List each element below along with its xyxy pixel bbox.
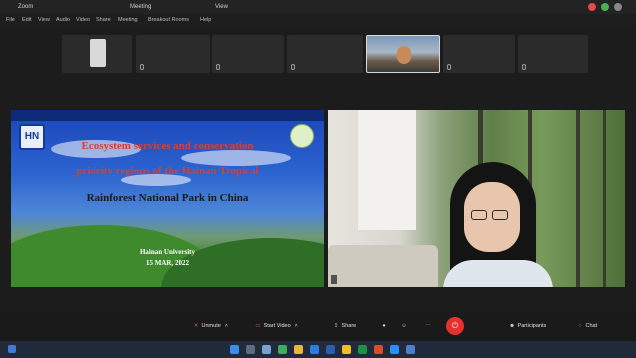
menu-breakout-rooms[interactable]: Breakout Rooms	[148, 14, 189, 26]
more-button[interactable]: ⋯	[424, 320, 432, 332]
menu-help[interactable]: Help	[200, 14, 211, 26]
avatar	[397, 46, 411, 64]
leave-button[interactable]: ⏻	[446, 317, 464, 335]
participants-icon: ☻	[509, 323, 515, 329]
chat-button[interactable]: ◌ Chat	[576, 320, 597, 332]
chat-icon: ◌	[578, 323, 582, 329]
speaker-shirt	[443, 260, 553, 287]
chevron-up-icon: ˄	[294, 323, 298, 329]
speaker-name-tag	[331, 275, 337, 284]
glasses-lens	[471, 210, 487, 220]
powerpoint-icon[interactable]	[374, 345, 383, 354]
weather-icon[interactable]	[8, 345, 16, 353]
app-icon[interactable]	[406, 345, 415, 354]
sofa	[328, 245, 438, 287]
tree-trunk	[603, 110, 606, 287]
title-item[interactable]: Meeting	[130, 0, 151, 14]
zoom-window: Zoom Meeting View File Edit View Audio V…	[0, 0, 636, 358]
leave-icon: ⏻	[451, 321, 459, 330]
start-video-label: Start Video	[263, 323, 291, 329]
avatar	[90, 39, 106, 67]
participant-tile[interactable]	[136, 35, 210, 73]
meeting-toolbar: ✕ Unmute ˄ ▭ Start Video ˄ ⇪ Share ● ☺ ⋯…	[0, 311, 636, 341]
participant-tile[interactable]	[518, 35, 588, 73]
slide-title-line: Ecosystem services and conservation	[81, 140, 254, 152]
title-item[interactable]: View	[215, 0, 228, 14]
slide-title-line: Rainforest National Park in China	[86, 192, 249, 204]
record-button[interactable]: ●	[380, 320, 388, 332]
share-label: Share	[341, 323, 357, 329]
record-icon: ●	[382, 323, 386, 329]
mic-muted-icon	[291, 64, 295, 70]
share-button[interactable]: ⇪ Share	[332, 320, 357, 332]
slide-title-line: priority regions of the Hainan Tropical	[76, 165, 259, 177]
mic-muted-icon: ✕	[193, 323, 199, 329]
participant-tile-active[interactable]	[366, 35, 440, 73]
menu-meeting[interactable]: Meeting	[118, 14, 138, 26]
file-explorer-icon[interactable]	[294, 345, 303, 354]
participant-tile[interactable]	[443, 35, 515, 73]
slide-header	[11, 110, 324, 121]
window-control-icon[interactable]	[614, 3, 622, 11]
reactions-icon: ☺	[401, 323, 407, 329]
participant-tile[interactable]	[212, 35, 284, 73]
mic-muted-icon	[522, 64, 526, 70]
more-icon: ⋯	[425, 323, 431, 329]
chevron-up-icon: ˄	[224, 323, 228, 329]
record-icon[interactable]	[588, 3, 596, 11]
chat-label: Chat	[585, 323, 598, 329]
unmute-label: Unmute	[201, 323, 221, 329]
mic-muted-icon	[140, 64, 144, 70]
chrome-icon[interactable]	[278, 345, 287, 354]
task-view-icon[interactable]	[262, 345, 271, 354]
menu-edit[interactable]: Edit	[22, 14, 31, 26]
word-icon[interactable]	[326, 345, 335, 354]
start-video-button[interactable]: ▭ Start Video ˄	[254, 320, 300, 332]
video-off-icon: ▭	[255, 323, 261, 329]
taskbar	[0, 341, 636, 358]
shared-slide: HN Ecosystem services and conservation p…	[11, 110, 324, 287]
mic-muted-icon	[216, 64, 220, 70]
edge-icon[interactable]	[310, 345, 319, 354]
participant-tile[interactable]	[62, 35, 132, 73]
participant-tile[interactable]	[287, 35, 363, 73]
start-icon[interactable]	[230, 345, 239, 354]
menu-video[interactable]: Video	[76, 14, 90, 26]
share-icon: ⇪	[333, 323, 339, 329]
menu-audio[interactable]: Audio	[56, 14, 70, 26]
unmute-button[interactable]: ✕ Unmute ˄	[192, 320, 230, 332]
security-icon[interactable]	[601, 3, 609, 11]
menu-view[interactable]: View	[38, 14, 50, 26]
participants-button[interactable]: ☻ Participants	[508, 320, 546, 332]
search-icon[interactable]	[246, 345, 255, 354]
app-icon[interactable]	[342, 345, 351, 354]
slide-date: 15 MAR, 2022	[146, 259, 189, 267]
window-background	[358, 110, 416, 230]
zoom-icon[interactable]	[390, 345, 399, 354]
slide-affiliation: Hainan University	[139, 248, 196, 256]
speaker-video[interactable]	[328, 110, 625, 287]
mic-muted-icon	[447, 64, 451, 70]
cloud	[181, 150, 291, 166]
menu-share[interactable]: Share	[96, 14, 111, 26]
excel-icon[interactable]	[358, 345, 367, 354]
title-item[interactable]: Zoom	[18, 0, 33, 14]
menu-bar: File Edit View Audio Video Share Meeting…	[0, 14, 636, 26]
participants-label: Participants	[517, 323, 547, 329]
glasses-lens	[492, 210, 508, 220]
tree-trunk	[576, 110, 580, 287]
reactions-button[interactable]: ☺	[400, 320, 408, 332]
title-bar: Zoom Meeting View	[0, 0, 636, 14]
menu-file[interactable]: File	[6, 14, 15, 26]
